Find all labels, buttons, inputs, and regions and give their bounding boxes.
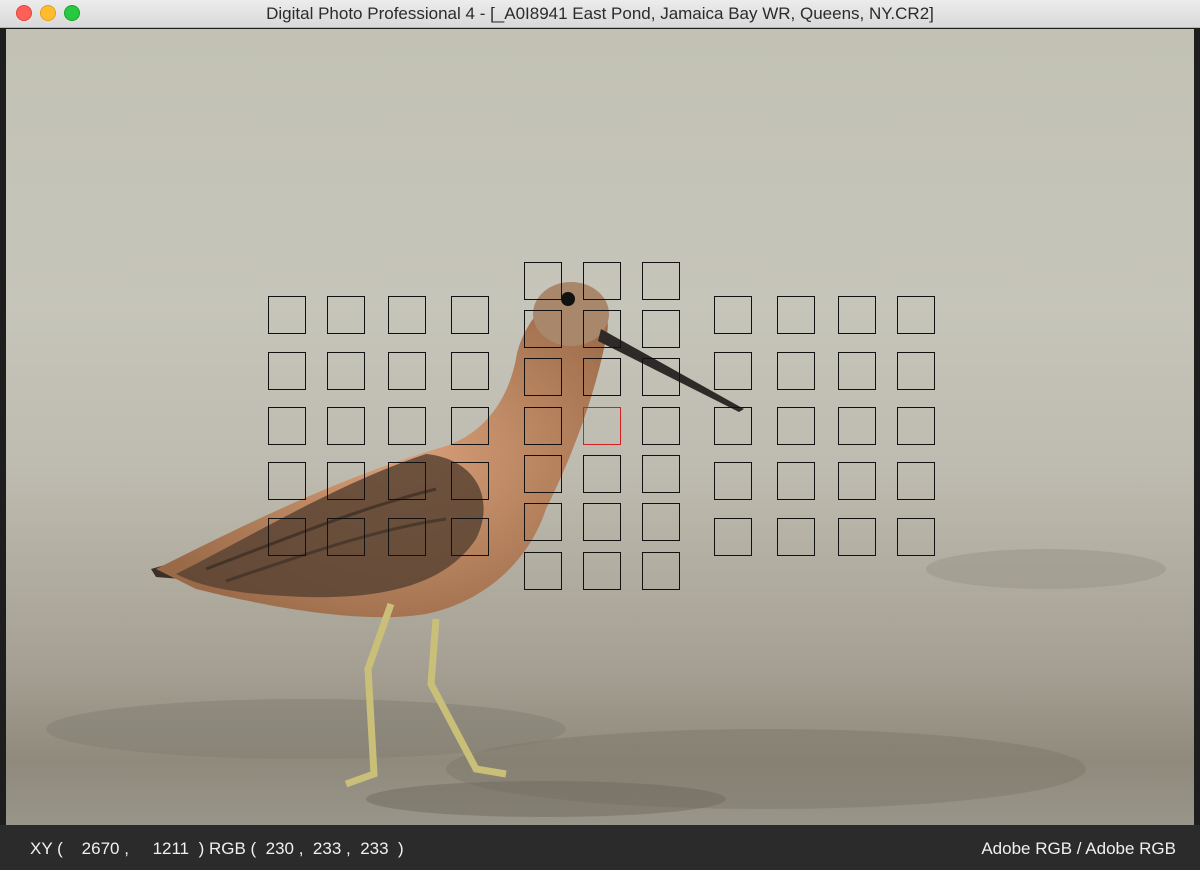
af-point	[838, 518, 876, 556]
af-point	[524, 552, 562, 590]
af-point	[451, 296, 489, 334]
af-point	[583, 503, 621, 541]
af-point	[714, 407, 752, 445]
xy-label: XY (	[30, 839, 63, 858]
close-paren: )	[398, 839, 404, 858]
red-value: 230	[265, 839, 295, 858]
af-point	[642, 358, 680, 396]
af-point-active	[583, 407, 621, 445]
af-point	[642, 407, 680, 445]
green-value: 233	[312, 839, 342, 858]
rgb-label: ) RGB (	[198, 839, 257, 858]
af-point	[714, 462, 752, 500]
af-point	[838, 352, 876, 390]
af-point	[451, 407, 489, 445]
af-point	[642, 310, 680, 348]
af-point	[777, 518, 815, 556]
af-point	[451, 518, 489, 556]
title-bar: Digital Photo Professional 4 - [_A0I8941…	[0, 0, 1200, 28]
af-point	[642, 552, 680, 590]
af-point	[327, 518, 365, 556]
af-point	[268, 462, 306, 500]
af-point	[777, 352, 815, 390]
y-coordinate: 1211	[152, 839, 190, 858]
af-point	[524, 262, 562, 300]
af-point	[714, 296, 752, 334]
image-viewer[interactable]	[6, 29, 1194, 825]
pixel-readout: XY ( 2670 , 1211 ) RGB ( 230 , 233 , 233…	[30, 839, 404, 858]
af-point	[777, 407, 815, 445]
af-point	[268, 352, 306, 390]
af-point	[388, 518, 426, 556]
af-point	[897, 352, 935, 390]
af-point	[714, 352, 752, 390]
af-point	[642, 262, 680, 300]
af-point	[388, 462, 426, 500]
blue-value: 233	[360, 839, 389, 858]
af-point	[268, 407, 306, 445]
af-point	[897, 407, 935, 445]
af-point	[388, 352, 426, 390]
af-point	[897, 518, 935, 556]
af-point	[642, 503, 680, 541]
af-point	[327, 296, 365, 334]
color-space-label: Adobe RGB / Adobe RGB	[981, 839, 1176, 858]
af-point	[838, 407, 876, 445]
af-point	[524, 455, 562, 493]
af-point	[451, 352, 489, 390]
af-point	[388, 296, 426, 334]
af-point	[838, 462, 876, 500]
af-point	[268, 296, 306, 334]
af-point	[583, 455, 621, 493]
af-point	[777, 296, 815, 334]
af-point	[388, 407, 426, 445]
af-point	[583, 358, 621, 396]
status-bar: XY ( 2670 , 1211 ) RGB ( 230 , 233 , 233…	[0, 825, 1200, 870]
af-point	[524, 310, 562, 348]
af-point	[327, 407, 365, 445]
x-coordinate: 2670	[81, 839, 120, 858]
af-point	[897, 462, 935, 500]
af-point	[268, 518, 306, 556]
af-point	[897, 296, 935, 334]
af-point	[327, 352, 365, 390]
af-point	[524, 358, 562, 396]
af-point	[583, 262, 621, 300]
af-point	[451, 462, 489, 500]
af-point	[524, 503, 562, 541]
af-point	[642, 455, 680, 493]
af-point	[524, 407, 562, 445]
af-point	[838, 296, 876, 334]
af-point	[327, 462, 365, 500]
af-point	[777, 462, 815, 500]
af-point	[714, 518, 752, 556]
window-title: Digital Photo Professional 4 - [_A0I8941…	[266, 4, 934, 23]
af-point	[583, 552, 621, 590]
af-point	[583, 310, 621, 348]
